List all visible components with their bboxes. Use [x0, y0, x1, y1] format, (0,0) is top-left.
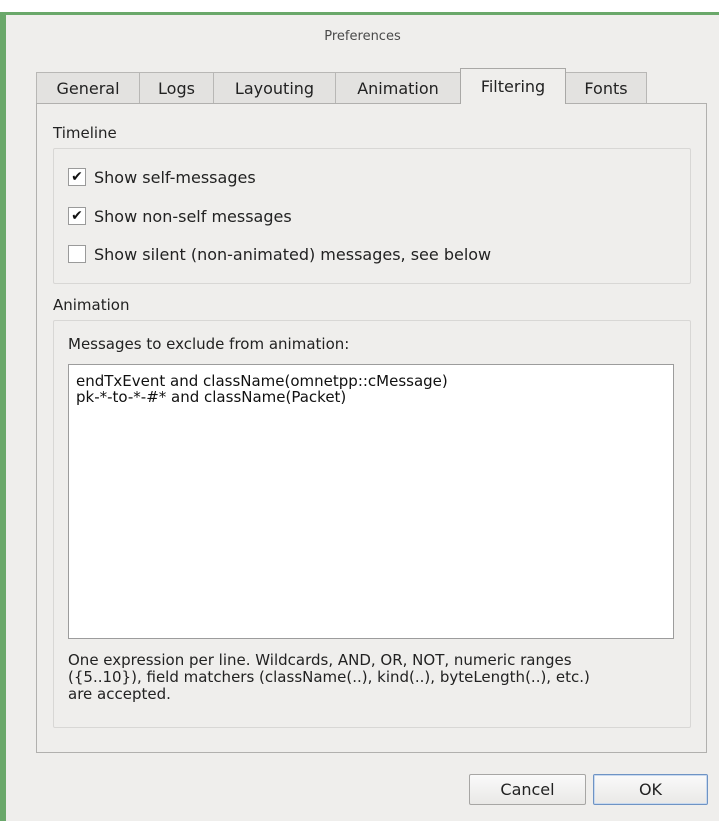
tab-fonts[interactable]: Fonts [565, 72, 647, 103]
show-silent-messages-checkbox[interactable]: Show silent (non-animated) messages, see… [68, 243, 491, 265]
show-non-self-messages-label: Show non-self messages [94, 206, 292, 226]
check-icon: ✔ [71, 169, 83, 185]
timeline-group: ✔ Show self-messages ✔ Show non-self mes… [53, 148, 691, 284]
show-self-messages-checkbox[interactable]: ✔ Show self-messages [68, 166, 256, 188]
tab-fonts-label: Fonts [584, 78, 628, 98]
tab-layouting-label: Layouting [234, 78, 315, 98]
cancel-button-label: Cancel [500, 780, 555, 799]
filtering-panel: Timeline ✔ Show self-messages ✔ Show non… [36, 103, 707, 753]
help-line: ({5..10}), field matchers (className(..)… [68, 668, 590, 686]
tab-animation-label: Animation [357, 78, 439, 98]
help-line: are accepted. [68, 685, 171, 703]
show-self-messages-label: Show self-messages [94, 167, 256, 187]
checkbox-box[interactable]: ✔ [68, 207, 86, 225]
timeline-section-title: Timeline [53, 124, 117, 142]
tab-logs[interactable]: Logs [139, 72, 214, 103]
cancel-button[interactable]: Cancel [469, 774, 586, 805]
tab-filtering-label: Filtering [480, 77, 546, 96]
tab-logs-label: Logs [158, 78, 195, 98]
expression-line: endTxEvent and className(omnetpp::cMessa… [76, 372, 448, 390]
tab-filtering[interactable]: Filtering [460, 68, 566, 104]
expression-line: pk-*-to-*-#* and className(Packet) [76, 388, 347, 406]
checkbox-box[interactable] [68, 245, 86, 263]
preferences-dialog: Preferences General Logs Layouting Anima… [0, 12, 719, 821]
checkbox-box[interactable]: ✔ [68, 168, 86, 186]
animation-section-title: Animation [53, 296, 130, 314]
tab-general[interactable]: General [36, 72, 140, 103]
tab-animation[interactable]: Animation [335, 72, 461, 103]
ok-button-label: OK [638, 780, 663, 799]
tab-layouting[interactable]: Layouting [213, 72, 336, 103]
tab-general-label: General [56, 78, 120, 98]
help-line: One expression per line. Wildcards, AND,… [68, 651, 572, 669]
animation-group: Messages to exclude from animation: endT… [53, 320, 691, 728]
title-bar[interactable]: Preferences [6, 15, 719, 57]
expression-help-text: One expression per line. Wildcards, AND,… [68, 652, 676, 703]
check-icon: ✔ [71, 208, 83, 224]
show-silent-messages-label: Show silent (non-animated) messages, see… [94, 244, 492, 264]
window-title: Preferences [324, 28, 401, 44]
exclude-expressions-textarea[interactable]: endTxEvent and className(omnetpp::cMessa… [68, 364, 674, 639]
exclude-messages-label: Messages to exclude from animation: [68, 335, 350, 353]
show-non-self-messages-checkbox[interactable]: ✔ Show non-self messages [68, 205, 292, 227]
ok-button[interactable]: OK [593, 774, 708, 805]
